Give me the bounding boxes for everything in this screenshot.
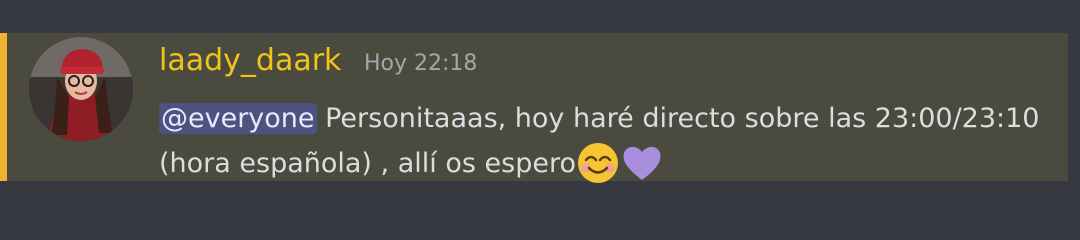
avatar[interactable] bbox=[29, 37, 133, 141]
message-line-2: (hora española) , allí os espero bbox=[159, 141, 1059, 186]
message-line-1: @everyone Personitaaas, hoy haré directo… bbox=[159, 97, 1059, 141]
message-timestamp: Hoy 22:18 bbox=[364, 51, 478, 76]
message-item[interactable]: laady_daark Hoy 22:18 @everyone Personit… bbox=[0, 33, 1068, 183]
message-content: @everyone Personitaaas, hoy haré directo… bbox=[159, 97, 1059, 186]
message-text-1: Personitaaas, hoy haré directo sobre las… bbox=[316, 103, 1040, 134]
author-name[interactable]: laady_daark bbox=[159, 44, 341, 78]
smiling-face-icon bbox=[577, 143, 618, 183]
everyone-mention[interactable]: @everyone bbox=[159, 103, 317, 134]
message-text-2: (hora española) , allí os espero bbox=[159, 148, 576, 179]
purple-heart-icon bbox=[623, 146, 661, 180]
avatar-image bbox=[29, 37, 133, 141]
